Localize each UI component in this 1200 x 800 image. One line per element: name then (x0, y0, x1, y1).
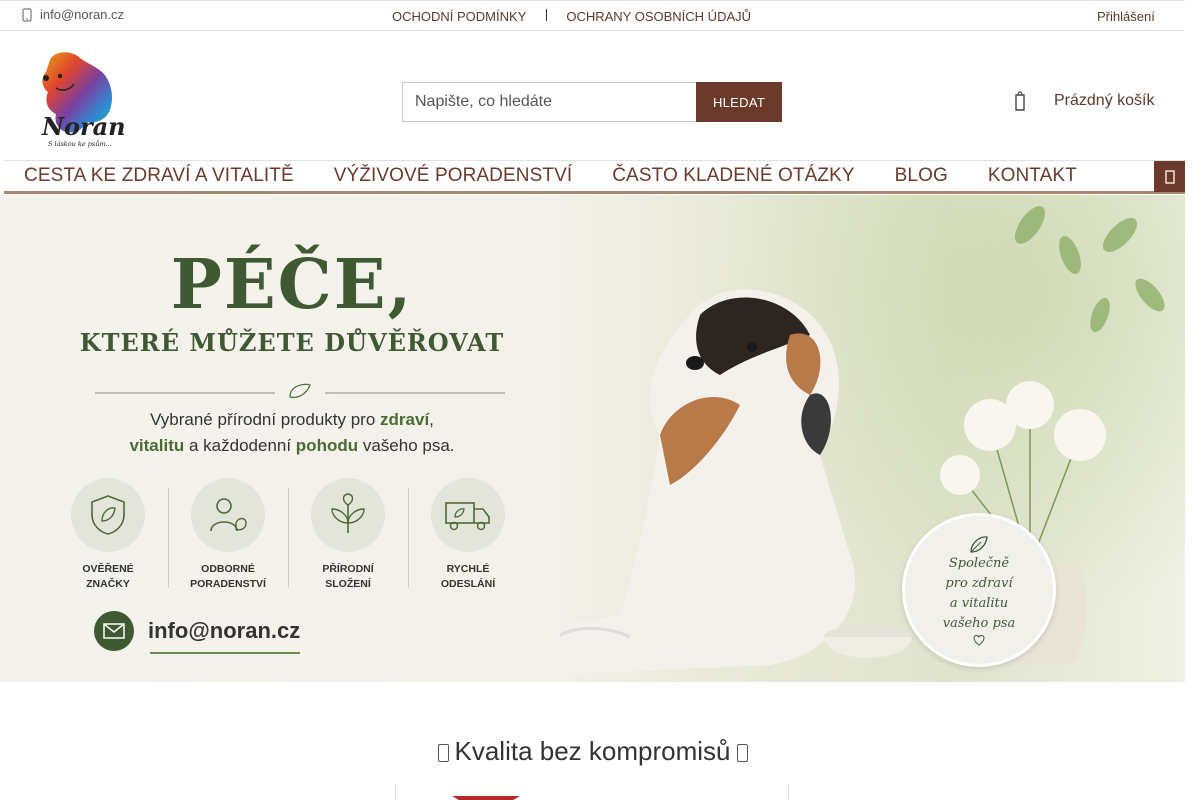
email-underline (150, 652, 300, 654)
badge-line: pro zdraví (945, 576, 1013, 591)
nav-item-health[interactable]: CESTA KE ZDRAVÍ A VITALITĚ (4, 161, 314, 191)
product-logo-partial (452, 796, 520, 800)
nav-item-faq[interactable]: ČASTO KLADENÉ OTÁZKY (592, 161, 874, 191)
logo-slogan: S láskou ke psům... (48, 140, 112, 148)
shield-leaf-icon (91, 495, 125, 535)
feature-verified-brands: OVĚŘENÉ ZNAČKY (48, 478, 168, 594)
login-link[interactable]: Přihlášení (1097, 9, 1155, 24)
leaf-icon (970, 536, 988, 553)
top-bar: info@noran.cz OCHODNÍ PODMÍNKY OCHRANY O… (0, 0, 1185, 31)
tagline-part: Vybrané přírodní produkty pro (150, 410, 381, 429)
tagline-part: , (429, 410, 434, 429)
person-dog-icon (210, 498, 247, 532)
nav-item-nutrition[interactable]: VÝŽIVOVÉ PORADENSTVÍ (314, 161, 593, 191)
hero-badge: Společně pro zdraví a vitalitu vašeho ps… (902, 513, 1056, 667)
feature-label: PŘÍRODNÍ (322, 563, 374, 575)
badge-line: Společně (948, 556, 1010, 571)
plant-icon (331, 493, 365, 533)
feature-label: ZNAČKY (86, 578, 130, 590)
search-form: HLEDAT (402, 82, 782, 122)
main-nav: CESTA KE ZDRAVÍ A VITALITĚ VÝŽIVOVÉ PORA… (4, 160, 1185, 194)
square-icon (736, 744, 748, 762)
badge-line: a vitalitu (949, 596, 1009, 611)
hero-headline: PÉČE, (170, 245, 414, 325)
logo-brand: Noran (42, 112, 126, 141)
leaves-decoration-icon (1014, 206, 1165, 333)
feature-label: OVĚŘENÉ (82, 563, 134, 575)
hero-tagline: Vybrané přírodní produkty pro zdraví, vi… (0, 407, 584, 459)
cart-label: Prázdný košík (1054, 92, 1155, 109)
privacy-link[interactable]: OCHRANY OSOBNÍCH ÚDAJŮ (566, 9, 751, 24)
heart-icon (973, 634, 985, 646)
cart-link[interactable]: Prázdný košík (1014, 90, 1154, 112)
feature-label: ODBORNÉ (201, 563, 255, 575)
top-email-text: info@noran.cz (40, 7, 125, 22)
nav-item-blog[interactable]: BLOG (875, 161, 968, 191)
hero-subheadline: KTERÉ MŮŽETE DŮVĚŘOVAT (79, 328, 505, 357)
section-title: Kvalita bez kompromisů (0, 736, 1185, 767)
site-logo[interactable]: Noran S láskou ke psům... (36, 48, 126, 154)
feature-expert-advice: ODBORNÉ PORADENSTVÍ (168, 478, 288, 594)
feature-label: PORADENSTVÍ (190, 578, 266, 590)
mail-icon (103, 623, 125, 639)
top-links-separator (546, 8, 548, 21)
tagline-part: vašeho psa. (358, 436, 455, 455)
search-input[interactable] (402, 82, 696, 122)
section-title-text: Kvalita bez kompromisů (454, 736, 731, 766)
tagline-highlight: vitalitu (129, 436, 185, 455)
feature-fast-shipping: RYCHLÉ ODESLÁNÍ (408, 478, 528, 594)
badge-line: vašeho psa (942, 616, 1016, 631)
hero-email[interactable]: info@noran.cz (94, 611, 301, 654)
menu-icon (1164, 169, 1175, 184)
square-icon (437, 744, 449, 762)
search-button[interactable]: HLEDAT (696, 82, 782, 122)
feature-label: ODESLÁNÍ (440, 578, 496, 590)
bowl-icon (824, 625, 912, 658)
top-links: OCHODNÍ PODMÍNKY OCHRANY OSOBNÍCH ÚDAJŮ (392, 8, 751, 24)
top-email-link[interactable]: info@noran.cz (22, 7, 124, 22)
column-divider (395, 784, 396, 800)
phone-icon (22, 7, 32, 22)
hero-banner[interactable]: PÉČE, KTERÉ MŮŽETE DŮVĚŘOVAT Vybrané pří… (0, 195, 1185, 682)
cart-icon (1015, 91, 1025, 111)
feature-label: RYCHLÉ (446, 563, 490, 575)
truck-icon (445, 502, 490, 531)
tagline-highlight: zdraví (380, 410, 430, 429)
tagline-highlight: pohodu (295, 436, 359, 455)
feature-label: SLOŽENÍ (325, 578, 371, 590)
hero-features: OVĚŘENÉ ZNAČKY ODBORNÉ PORADENSTVÍ PŘÍRODN… (48, 478, 538, 594)
tagline-part: a každodenní (184, 436, 296, 455)
column-divider (788, 784, 789, 800)
leaf-divider-icon (95, 383, 505, 398)
nav-item-contact[interactable]: KONTAKT (968, 161, 1097, 191)
feature-natural-composition: PŘÍRODNÍ SLOŽENÍ (288, 478, 408, 594)
terms-link[interactable]: OCHODNÍ PODMÍNKY (392, 9, 526, 24)
menu-button[interactable] (1154, 161, 1185, 192)
hero-email-text: info@noran.cz (148, 618, 301, 643)
